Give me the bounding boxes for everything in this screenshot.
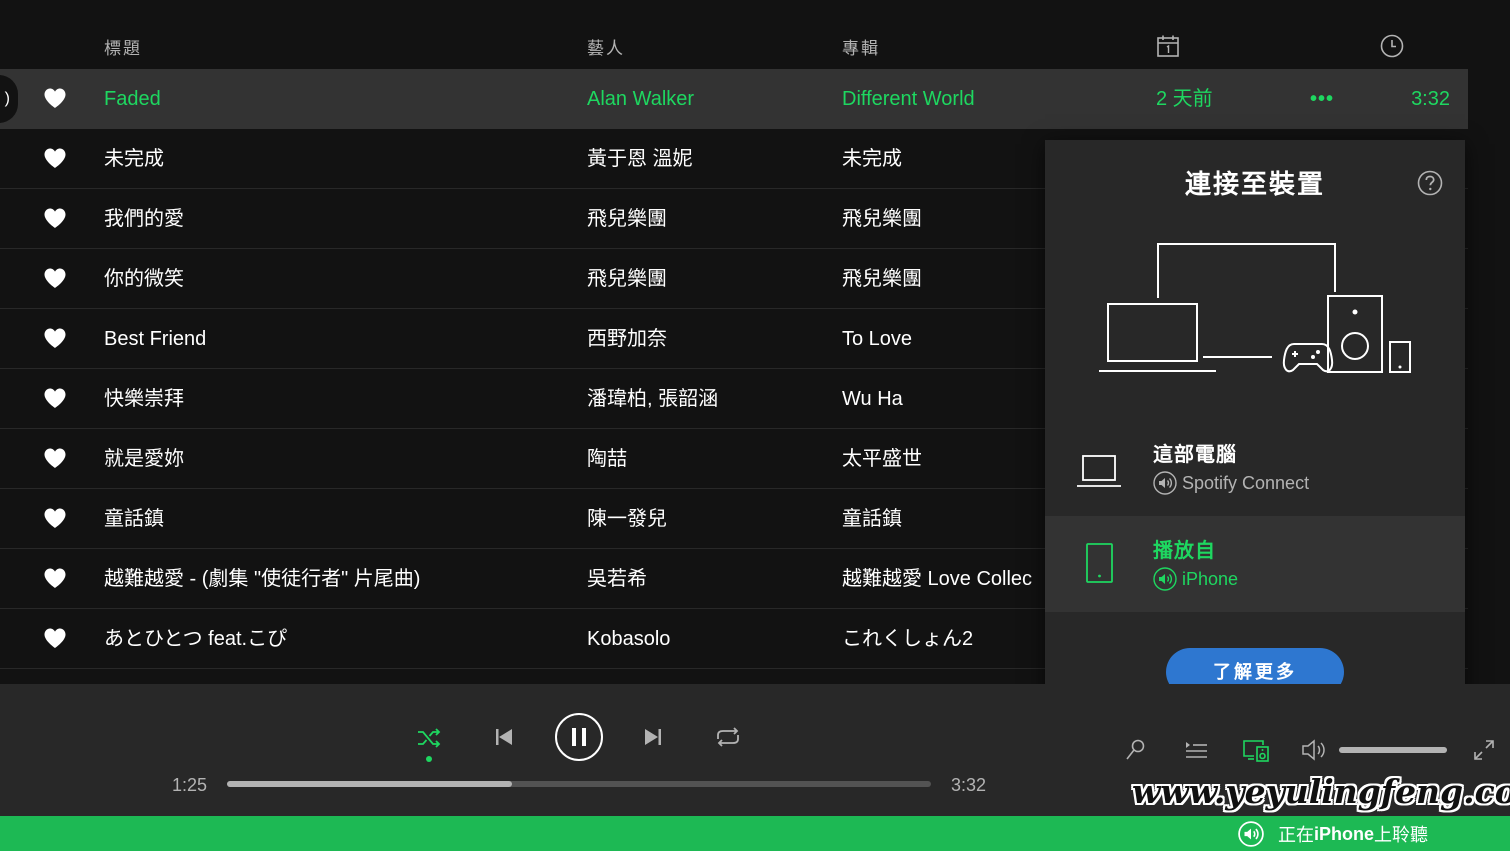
track-title[interactable]: 快樂崇拜 (104, 369, 574, 429)
device-this-computer[interactable]: 這部電腦 Spotify Connect (1045, 420, 1465, 516)
track-row[interactable]: ) Faded Alan Walker Different World 2 天前 ••• 3… (0, 69, 1468, 129)
track-artist[interactable]: Kobasolo (587, 609, 832, 669)
track-title[interactable]: 我們的愛 (104, 189, 574, 249)
track-album[interactable]: Different World (842, 69, 1142, 129)
pause-button[interactable] (554, 712, 604, 762)
speaker-connect-icon (1153, 471, 1177, 495)
shuffle-icon[interactable] (416, 726, 442, 750)
previous-icon[interactable] (494, 727, 514, 747)
shuffle-active-dot (426, 756, 432, 762)
heart-icon[interactable] (43, 267, 67, 289)
track-title[interactable]: 就是愛妳 (104, 429, 574, 489)
watermark-text: www.yeyulingfeng.com (1132, 772, 1510, 811)
header-title[interactable]: 標題 (104, 34, 142, 59)
track-title[interactable]: Best Friend (104, 309, 574, 369)
track-artist[interactable]: 飛兒樂團 (587, 249, 832, 309)
device-iphone[interactable]: 播放自 iPhone (1045, 516, 1465, 612)
queue-icon[interactable] (1184, 740, 1208, 760)
device-subtitle-text: Spotify Connect (1182, 472, 1310, 493)
heart-icon[interactable] (43, 327, 67, 349)
heart-icon[interactable] (43, 507, 67, 529)
connect-device-popup: 連接至裝置 這部電腦 Spotify Connect 播放自 iPhone 了解… (1045, 140, 1465, 720)
track-title[interactable]: 你的微笑 (104, 249, 574, 309)
status-content: 正在 iPhone 上聆聽 (1238, 821, 1428, 847)
track-artist[interactable]: 潘瑋柏, 張韶涵 (587, 369, 832, 429)
player-bar: 1:25 3:32 www.yeyulingfeng.com (0, 684, 1510, 816)
track-title[interactable]: 未完成 (104, 129, 574, 189)
track-artist[interactable]: Alan Walker (587, 69, 832, 129)
popup-title: 連接至裝置 (1184, 169, 1325, 199)
track-artist[interactable]: 西野加奈 (587, 309, 832, 369)
heart-icon[interactable] (43, 387, 67, 409)
track-artist[interactable]: 飛兒樂團 (587, 189, 832, 249)
header-album[interactable]: 專輯 (842, 34, 880, 59)
track-title[interactable]: あとひとつ feat.こぴ (104, 609, 574, 669)
volume-slider[interactable] (1339, 747, 1447, 753)
volume-fill (1339, 747, 1447, 753)
heart-icon[interactable] (43, 207, 67, 229)
listening-status-bar[interactable]: 正在 iPhone 上聆聽 (0, 816, 1510, 851)
heart-icon[interactable] (43, 567, 67, 589)
heart-icon[interactable] (43, 87, 67, 109)
device-name: 這部電腦 (1153, 444, 1237, 466)
track-title[interactable]: 越難越愛 - (劇集 "使徒行者" 片尾曲) (104, 549, 574, 609)
help-icon[interactable] (1417, 170, 1443, 196)
device-subtitle: Spotify Connect (1153, 470, 1309, 496)
phone-icon (1086, 543, 1113, 583)
track-title[interactable]: Faded (104, 69, 574, 129)
calendar-icon[interactable] (1156, 34, 1180, 58)
track-artist[interactable]: 吳若希 (587, 549, 832, 609)
more-options-button[interactable]: ••• (1310, 69, 1350, 129)
progress-bar[interactable] (227, 781, 931, 787)
repeat-icon[interactable] (715, 726, 741, 748)
track-artist[interactable]: 陶喆 (587, 429, 832, 489)
heart-icon[interactable] (43, 147, 67, 169)
fullscreen-icon[interactable] (1473, 739, 1495, 761)
device-name: 播放自 (1153, 540, 1216, 562)
elapsed-time: 1:25 (172, 775, 208, 795)
speaker-connect-icon (1238, 821, 1264, 847)
track-duration: 3:32 (1411, 88, 1450, 110)
volume-icon[interactable] (1301, 738, 1329, 762)
devices-illustration-icon (1099, 243, 1411, 373)
track-title[interactable]: 童話鎮 (104, 489, 574, 549)
track-artist[interactable]: 黃于恩 溫妮 (587, 129, 832, 189)
device-subtitle: iPhone (1153, 566, 1238, 592)
microphone-icon[interactable] (1124, 738, 1146, 762)
device-subtitle-text: iPhone (1182, 568, 1239, 589)
next-icon[interactable] (643, 727, 663, 747)
progress-fill (227, 781, 513, 787)
total-time: 3:32 (951, 775, 987, 795)
track-list-header: 標題 藝人 專輯 (0, 0, 1468, 70)
status-prefix: 正在 (1278, 825, 1314, 845)
track-date-added: 2 天前 (1156, 88, 1213, 110)
laptop-icon (1077, 455, 1121, 487)
heart-icon[interactable] (43, 627, 67, 649)
track-artist[interactable]: 陳一發兒 (587, 489, 832, 549)
header-artist[interactable]: 藝人 (587, 34, 625, 59)
heart-icon[interactable] (43, 447, 67, 469)
now-playing-speaker-icon: ) (0, 75, 18, 123)
status-suffix: 上聆聽 (1374, 825, 1429, 845)
status-device: iPhone (1314, 823, 1375, 844)
clock-icon[interactable] (1380, 34, 1404, 58)
connect-devices-icon[interactable] (1242, 738, 1270, 762)
speaker-connect-icon (1153, 567, 1177, 591)
